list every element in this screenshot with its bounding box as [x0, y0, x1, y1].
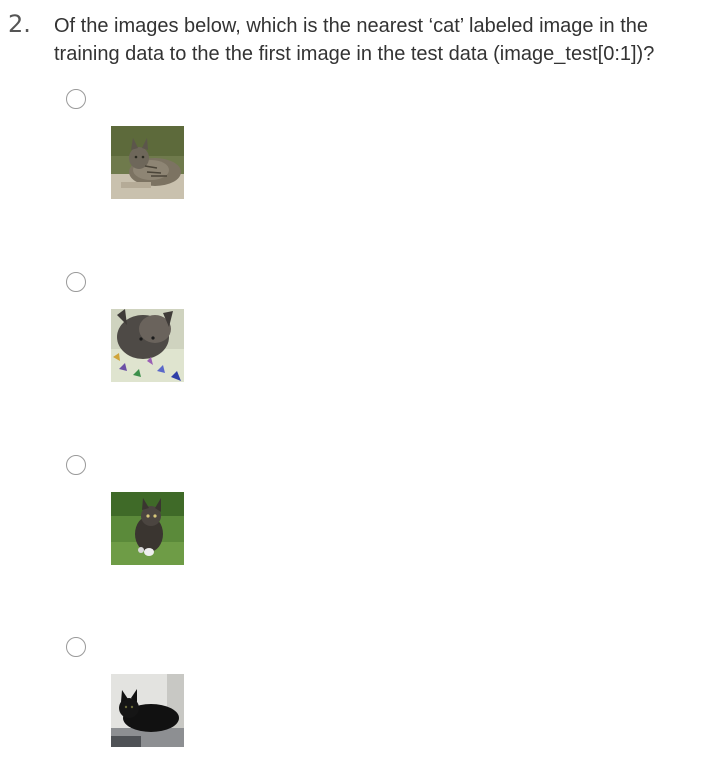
tabby-cat-on-pavement-image	[111, 126, 184, 199]
answer-option-1[interactable]	[62, 89, 202, 229]
kitten-on-grass-image	[111, 492, 184, 565]
gray-cat-on-floral-blanket-image	[111, 309, 184, 382]
black-cat-lying-image	[111, 674, 184, 747]
radio-button-option-1[interactable]	[66, 89, 86, 109]
quiz-question-page: 2. Of the images below, which is the nea…	[0, 0, 723, 763]
answer-option-4[interactable]	[62, 637, 202, 763]
radio-button-option-3[interactable]	[66, 455, 86, 475]
radio-button-option-4[interactable]	[66, 637, 86, 657]
radio-button-option-2[interactable]	[66, 272, 86, 292]
answer-option-3[interactable]	[62, 455, 202, 595]
question-number: 2.	[8, 10, 31, 38]
question-text: Of the images below, which is the neares…	[54, 15, 655, 65]
answer-option-2[interactable]	[62, 272, 202, 412]
